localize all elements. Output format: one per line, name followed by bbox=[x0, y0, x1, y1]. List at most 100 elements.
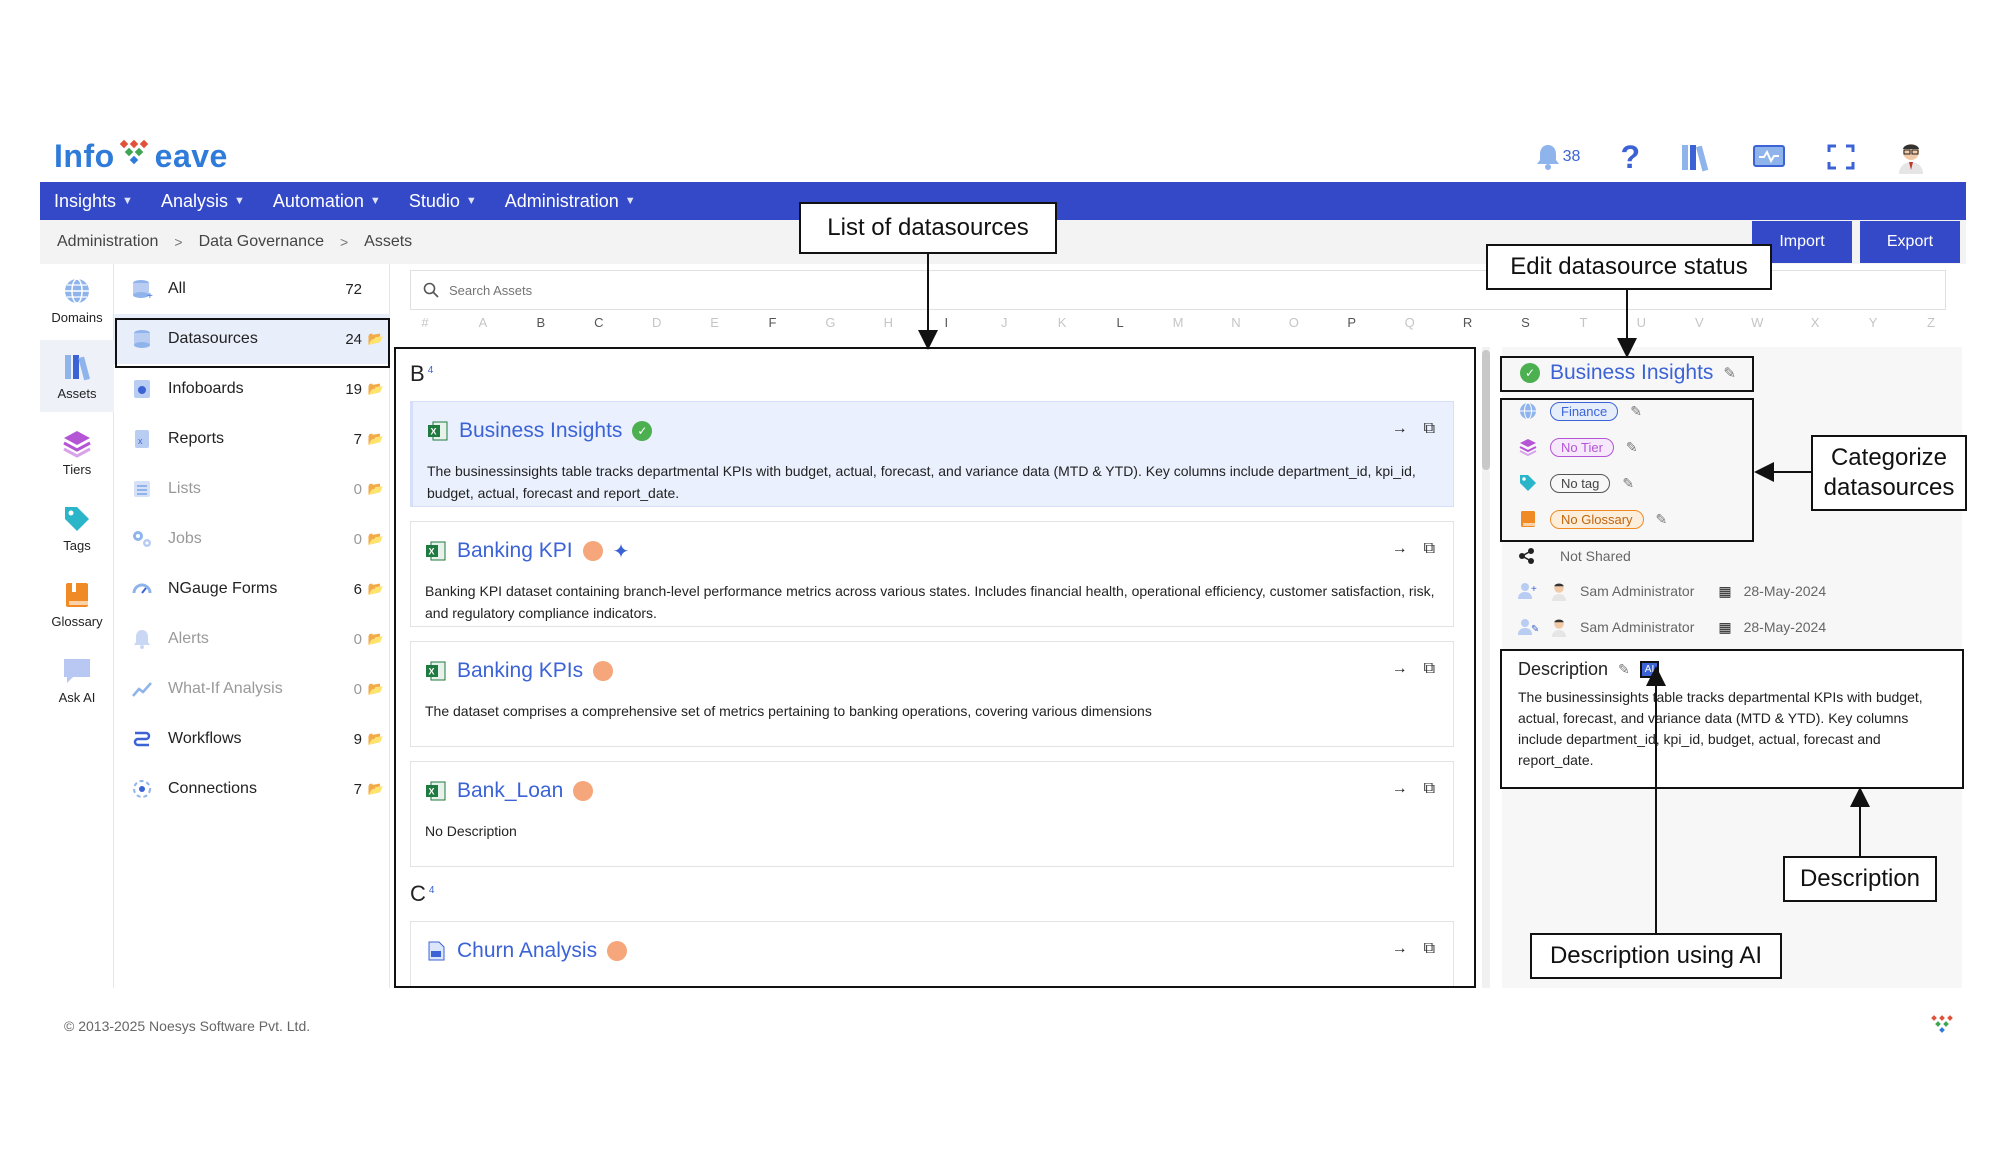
open-arrow-icon[interactable]: → bbox=[1392, 780, 1408, 798]
alpha-w[interactable]: W bbox=[1742, 315, 1772, 343]
folder-icon[interactable]: 📂 bbox=[362, 381, 390, 397]
alpha-u[interactable]: U bbox=[1626, 315, 1656, 343]
alpha-p[interactable]: P bbox=[1337, 315, 1367, 343]
rail-tags[interactable]: Tags bbox=[40, 492, 114, 564]
breadcrumb-data-governance[interactable]: Data Governance bbox=[199, 233, 324, 251]
draft-status-icon[interactable] bbox=[593, 661, 614, 681]
ai-sparkle-icon[interactable]: ✦ bbox=[613, 539, 630, 564]
nav-studio[interactable]: Studio ▼ bbox=[409, 191, 477, 212]
asset-title[interactable]: Banking KPIs bbox=[457, 659, 583, 683]
alpha-a[interactable]: A bbox=[468, 315, 498, 343]
alpha-j[interactable]: J bbox=[989, 315, 1019, 343]
alpha-c[interactable]: C bbox=[584, 315, 614, 343]
notifications-button[interactable]: 38 bbox=[1535, 143, 1580, 171]
category-alerts[interactable]: Alerts 0 📂 bbox=[114, 614, 390, 664]
alpha-i[interactable]: I bbox=[931, 315, 961, 343]
alpha-g[interactable]: G bbox=[815, 315, 845, 343]
category-reports[interactable]: x Reports 7 📂 bbox=[114, 414, 390, 464]
external-link-icon[interactable]: ⧉ bbox=[1424, 660, 1435, 678]
rail-assets[interactable]: Assets bbox=[40, 340, 114, 412]
alpha-f[interactable]: F bbox=[758, 315, 788, 343]
alpha-n[interactable]: N bbox=[1221, 315, 1251, 343]
asset-title[interactable]: Bank_Loan bbox=[457, 779, 563, 803]
alpha-d[interactable]: D bbox=[642, 315, 672, 343]
alpha-x[interactable]: X bbox=[1800, 315, 1830, 343]
folder-icon[interactable]: 📂 bbox=[362, 431, 390, 447]
alpha-m[interactable]: M bbox=[1163, 315, 1193, 343]
alpha-#[interactable]: # bbox=[410, 315, 440, 343]
alpha-k[interactable]: K bbox=[1047, 315, 1077, 343]
open-arrow-icon[interactable]: → bbox=[1392, 940, 1408, 958]
infoveave-logo[interactable]: Info eave bbox=[54, 132, 228, 180]
verified-status-icon[interactable]: ✓ bbox=[632, 421, 653, 441]
draft-status-icon[interactable] bbox=[582, 541, 603, 561]
fullscreen-button[interactable] bbox=[1826, 143, 1856, 171]
open-arrow-icon[interactable]: → bbox=[1392, 540, 1408, 558]
library-button[interactable] bbox=[1680, 142, 1712, 172]
alpha-b[interactable]: B bbox=[526, 315, 556, 343]
open-arrow-icon[interactable]: → bbox=[1392, 660, 1408, 678]
folder-icon[interactable]: 📂 bbox=[362, 631, 390, 647]
asset-title[interactable]: Business Insights bbox=[459, 419, 622, 443]
folder-icon[interactable]: 📂 bbox=[362, 581, 390, 597]
category-what-if-analysis[interactable]: What-If Analysis 0 📂 bbox=[114, 664, 390, 714]
list-scrollbar-thumb[interactable] bbox=[1482, 350, 1490, 470]
export-button[interactable]: Export bbox=[1860, 221, 1960, 263]
help-button[interactable]: ? bbox=[1620, 139, 1640, 176]
category-infoboards[interactable]: Infoboards 19 📂 bbox=[114, 364, 390, 414]
asset-card[interactable]: Churn Analysis → ⧉ bbox=[410, 921, 1454, 986]
folder-icon[interactable]: 📂 bbox=[362, 481, 390, 497]
nav-automation[interactable]: Automation ▼ bbox=[273, 191, 381, 212]
asset-title[interactable]: Banking KPI bbox=[457, 539, 573, 563]
asset-card[interactable]: X Banking KPIs The dataset comprises a c… bbox=[410, 641, 1454, 747]
asset-card[interactable]: X Banking KPI ✦ Banking KPI dataset cont… bbox=[410, 521, 1454, 627]
category-workflows[interactable]: Workflows 9 📂 bbox=[114, 714, 390, 764]
alpha-q[interactable]: Q bbox=[1395, 315, 1425, 343]
layers-icon bbox=[63, 430, 91, 458]
alpha-v[interactable]: V bbox=[1684, 315, 1714, 343]
rail-domains[interactable]: Domains bbox=[40, 264, 114, 336]
category-all[interactable]: + All 72 bbox=[114, 264, 390, 314]
rail-tiers[interactable]: Tiers bbox=[40, 416, 114, 488]
external-link-icon[interactable]: ⧉ bbox=[1424, 540, 1435, 558]
alpha-s[interactable]: S bbox=[1511, 315, 1541, 343]
alpha-h[interactable]: H bbox=[873, 315, 903, 343]
breadcrumb-administration[interactable]: Administration bbox=[57, 233, 158, 251]
monitor-button[interactable] bbox=[1752, 143, 1786, 171]
alpha-y[interactable]: Y bbox=[1858, 315, 1888, 343]
external-link-icon[interactable]: ⧉ bbox=[1424, 940, 1435, 958]
nav-analysis[interactable]: Analysis ▼ bbox=[161, 191, 245, 212]
category-lists[interactable]: Lists 0 📂 bbox=[114, 464, 390, 514]
open-arrow-icon[interactable]: → bbox=[1392, 420, 1408, 438]
books-icon bbox=[1682, 145, 1709, 172]
user-avatar[interactable] bbox=[1896, 140, 1926, 174]
alpha-o[interactable]: O bbox=[1279, 315, 1309, 343]
svg-text:X: X bbox=[429, 787, 435, 797]
external-link-icon[interactable]: ⧉ bbox=[1424, 420, 1435, 438]
category-ngauge-forms[interactable]: NGauge Forms 6 📂 bbox=[114, 564, 390, 614]
alpha-l[interactable]: L bbox=[1105, 315, 1135, 343]
alpha-z[interactable]: Z bbox=[1916, 315, 1946, 343]
external-link-icon[interactable]: ⧉ bbox=[1424, 780, 1435, 798]
folder-icon[interactable]: 📂 bbox=[362, 731, 390, 747]
alpha-t[interactable]: T bbox=[1568, 315, 1598, 343]
category-connections[interactable]: Connections 7 📂 bbox=[114, 764, 390, 814]
alpha-e[interactable]: E bbox=[700, 315, 730, 343]
asset-card[interactable]: X Bank_Loan No Description → ⧉ bbox=[410, 761, 1454, 867]
alpha-r[interactable]: R bbox=[1453, 315, 1483, 343]
category-jobs[interactable]: Jobs 0 📂 bbox=[114, 514, 390, 564]
folder-icon[interactable]: 📂 bbox=[362, 531, 390, 547]
search-input[interactable] bbox=[449, 282, 849, 298]
folder-icon[interactable]: 📂 bbox=[362, 781, 390, 797]
asset-title[interactable]: Churn Analysis bbox=[457, 939, 597, 963]
draft-status-icon[interactable] bbox=[607, 941, 628, 961]
rail-ask-ai[interactable]: Ask AI bbox=[40, 644, 114, 716]
rail-glossary[interactable]: Glossary bbox=[40, 568, 114, 640]
folder-icon[interactable]: 📂 bbox=[362, 681, 390, 697]
asset-description: The dataset comprises a comprehensive se… bbox=[425, 703, 1152, 719]
draft-status-icon[interactable] bbox=[573, 781, 594, 801]
nav-insights[interactable]: Insights ▼ bbox=[54, 191, 133, 212]
highlight-categorize bbox=[1500, 398, 1754, 542]
asset-card[interactable]: X Business Insights ✓ The businessinsigh… bbox=[410, 401, 1454, 507]
nav-administration[interactable]: Administration ▼ bbox=[505, 191, 636, 212]
